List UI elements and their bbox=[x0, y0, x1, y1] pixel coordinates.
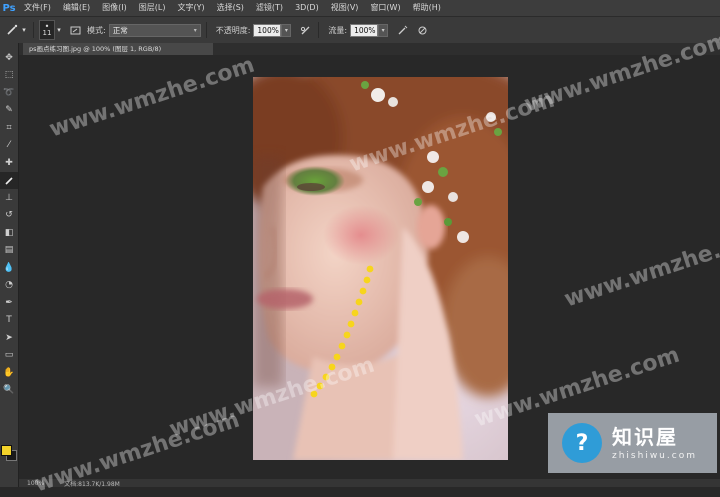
opacity-field[interactable]: 100% bbox=[253, 23, 282, 37]
mode-select[interactable]: 正常 ▾ bbox=[108, 23, 201, 37]
shape-tool-icon[interactable]: ▭ bbox=[0, 347, 18, 365]
menu-bar: Ps 文件(F) 编辑(E) 图像(I) 图层(L) 文字(Y) 选择(S) 滤… bbox=[0, 0, 720, 16]
menu-image[interactable]: 图像(I) bbox=[96, 0, 133, 16]
dodge-tool-icon[interactable]: ◔ bbox=[0, 277, 18, 295]
menu-layer[interactable]: 图层(L) bbox=[133, 0, 172, 16]
foreground-color-swatch[interactable] bbox=[1, 445, 12, 456]
divider bbox=[205, 22, 207, 38]
quick-select-tool-icon[interactable]: ✎ bbox=[0, 102, 18, 120]
gradient-tool-icon[interactable]: ▤ bbox=[0, 242, 18, 260]
flow-field[interactable]: 100% bbox=[350, 23, 379, 37]
pressure-opacity-icon[interactable] bbox=[297, 22, 313, 38]
menu-filter[interactable]: 滤镜(T) bbox=[250, 0, 289, 16]
menu-window[interactable]: 窗口(W) bbox=[364, 0, 406, 16]
portrait-photo bbox=[253, 77, 508, 460]
ps-logo: Ps bbox=[2, 2, 16, 14]
clone-stamp-tool-icon[interactable]: ⊥ bbox=[0, 189, 18, 207]
eyedropper-tool-icon[interactable]: ⁄ bbox=[0, 137, 18, 155]
eraser-tool-icon[interactable]: ◧ bbox=[0, 224, 18, 242]
mode-chevron-icon: ▾ bbox=[193, 26, 197, 34]
brush-picker-chevron-icon[interactable]: ▾ bbox=[55, 22, 63, 38]
options-bar: ▾ • 11 ▾ 模式: 正常 ▾ 不透明度: 100% ▾ 流量: 100% … bbox=[0, 16, 720, 44]
tool-preset-chevron-icon[interactable]: ▾ bbox=[20, 22, 28, 38]
hand-tool-icon[interactable]: ✋ bbox=[0, 364, 18, 382]
brush-size-picker[interactable]: • 11 bbox=[39, 20, 55, 40]
airbrush-icon[interactable] bbox=[394, 22, 410, 38]
flow-slider-chevron-icon[interactable]: ▾ bbox=[378, 23, 389, 37]
menu-help[interactable]: 帮助(H) bbox=[407, 0, 447, 16]
lasso-tool-icon[interactable]: ➰ bbox=[0, 84, 18, 102]
menu-3d[interactable]: 3D(D) bbox=[289, 0, 325, 16]
divider bbox=[33, 22, 34, 38]
document-info: 文档:813.7K/1.98M bbox=[64, 480, 120, 488]
crop-tool-icon[interactable]: ⌗ bbox=[0, 119, 18, 137]
history-brush-tool-icon[interactable]: ↺ bbox=[0, 207, 18, 225]
divider bbox=[318, 22, 320, 38]
pressure-size-icon[interactable] bbox=[414, 22, 430, 38]
site-badge: ? 知识屋 zhishiwu.com bbox=[548, 413, 717, 473]
brush-panel-icon[interactable] bbox=[67, 22, 83, 38]
lightbulb-icon: ? bbox=[562, 423, 602, 463]
brush-tool-icon[interactable] bbox=[4, 22, 20, 38]
opacity-slider-chevron-icon[interactable]: ▾ bbox=[281, 23, 292, 37]
menu-type[interactable]: 文字(Y) bbox=[171, 0, 210, 16]
move-tool-icon[interactable]: ✥ bbox=[0, 49, 18, 67]
badge-title: 知识屋 bbox=[612, 425, 678, 449]
document-tab[interactable]: ps画点练习图.jpg @ 100% (图层 1, RGB/8) bbox=[23, 43, 213, 55]
menu-view[interactable]: 视图(V) bbox=[325, 0, 365, 16]
menu-select[interactable]: 选择(S) bbox=[211, 0, 250, 16]
badge-url: zhishiwu.com bbox=[612, 451, 697, 461]
marquee-tool-icon[interactable]: ⬚ bbox=[0, 67, 18, 85]
zoom-tool-icon[interactable]: 🔍 bbox=[0, 382, 18, 400]
path-select-tool-icon[interactable]: ➤ bbox=[0, 329, 18, 347]
pen-tool-icon[interactable]: ✒ bbox=[0, 294, 18, 312]
brush-tool-icon[interactable] bbox=[0, 171, 18, 189]
flow-label: 流量: bbox=[328, 25, 348, 35]
blur-tool-icon[interactable]: 💧 bbox=[0, 259, 18, 277]
opacity-label: 不透明度: bbox=[215, 25, 251, 35]
tools-panel: ✥ ⬚ ➰ ✎ ⌗ ⁄ ✚ ⊥ ↺ ◧ ▤ 💧 ◔ ✒ T ➤ ▭ ✋ 🔍 bbox=[0, 43, 19, 487]
type-tool-icon[interactable]: T bbox=[0, 312, 18, 330]
brush-size-value: 11 bbox=[42, 29, 52, 37]
mode-label: 模式: bbox=[87, 25, 106, 35]
document-tab-bar: ps画点练习图.jpg @ 100% (图层 1, RGB/8) bbox=[19, 43, 720, 55]
menu-edit[interactable]: 编辑(E) bbox=[57, 0, 96, 16]
mode-value: 正常 bbox=[112, 25, 128, 35]
menu-file[interactable]: 文件(F) bbox=[18, 0, 57, 16]
photoshop-window: Ps 文件(F) 编辑(E) 图像(I) 图层(L) 文字(Y) 选择(S) 滤… bbox=[0, 0, 720, 497]
status-bar: 100% 文档:813.7K/1.98M bbox=[19, 479, 720, 488]
canvas-image[interactable] bbox=[253, 77, 508, 460]
zoom-level[interactable]: 100% bbox=[27, 480, 44, 487]
healing-brush-tool-icon[interactable]: ✚ bbox=[0, 154, 18, 172]
